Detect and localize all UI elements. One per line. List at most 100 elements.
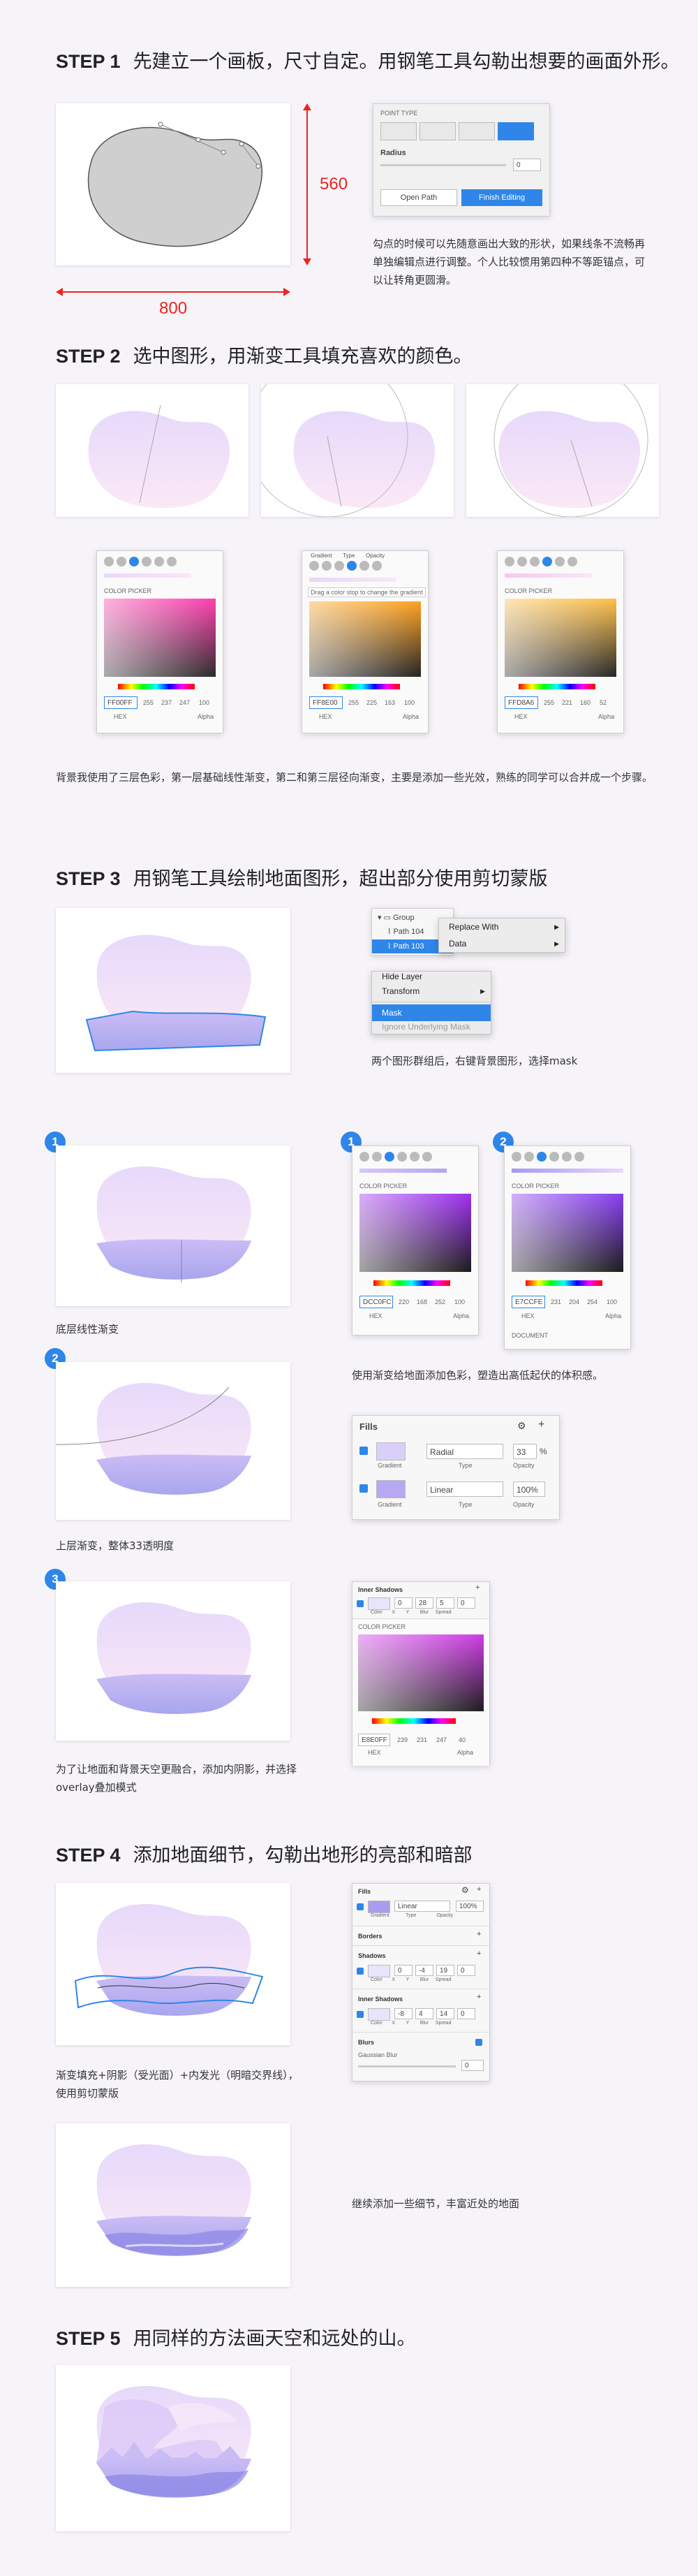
shadow-spread[interactable]: 0 — [457, 1965, 475, 1976]
gradient-bar[interactable] — [505, 573, 592, 578]
red-value[interactable]: 255 — [544, 699, 554, 706]
shadow-x[interactable]: 0 — [394, 1965, 413, 1976]
hex-input[interactable]: FF00FF — [104, 696, 138, 709]
radius-input[interactable]: 0 — [513, 159, 541, 171]
radius-slider[interactable] — [380, 164, 506, 166]
hue-slider[interactable] — [118, 684, 195, 689]
blur-type-select[interactable]: Gaussian Blur — [358, 2051, 398, 2058]
shadow-checkbox[interactable] — [357, 1968, 364, 1975]
red-value[interactable]: 220 — [399, 1298, 409, 1305]
hex-input[interactable]: DCC0FC — [359, 1296, 393, 1308]
menu-hide-layer[interactable]: Hide Layer — [372, 972, 491, 983]
green-value[interactable]: 221 — [562, 699, 572, 706]
inner-shadow-x[interactable]: 0 — [394, 1597, 413, 1609]
gradient-bar[interactable] — [104, 573, 191, 578]
green-value[interactable]: 231 — [417, 1736, 427, 1743]
inner-shadow-x[interactable]: -8 — [394, 2008, 413, 2019]
inner-shadow-spread[interactable]: 0 — [457, 1597, 475, 1609]
fill1-type-select[interactable]: Radial — [426, 1444, 503, 1459]
hex-input[interactable]: E7CCFE — [512, 1296, 545, 1308]
fills-add-icon[interactable]: + — [538, 1419, 544, 1431]
red-value[interactable]: 231 — [551, 1298, 561, 1305]
color-field[interactable] — [359, 1194, 471, 1272]
point-mode-asymmetric[interactable] — [498, 122, 534, 140]
inner-shadow-blur[interactable]: 5 — [436, 1597, 454, 1609]
inner-shadow-checkbox[interactable] — [357, 2011, 364, 2018]
fill1-checkbox[interactable] — [359, 1447, 368, 1455]
hue-slider[interactable] — [519, 684, 595, 689]
inner-shadow-add-icon[interactable]: + — [475, 1583, 480, 1592]
alpha-value[interactable]: 100 — [199, 699, 209, 706]
inner-shadow-swatch[interactable] — [368, 2008, 390, 2021]
tab-type[interactable]: Type — [343, 552, 355, 559]
inner-shadow-checkbox[interactable] — [357, 1600, 364, 1607]
color-field[interactable] — [358, 1634, 484, 1711]
finish-editing-button[interactable]: Finish Editing — [461, 189, 542, 206]
color-field[interactable] — [505, 599, 616, 677]
color-field[interactable] — [309, 601, 421, 677]
blue-value[interactable]: 160 — [580, 699, 591, 706]
red-value[interactable]: 255 — [143, 699, 154, 706]
alpha-value[interactable]: 100 — [404, 699, 415, 706]
fills-settings-icon[interactable]: ⚙ — [517, 1420, 526, 1432]
shadow-y[interactable]: -4 — [415, 1965, 433, 1976]
gradient-bar[interactable] — [309, 578, 396, 582]
inspector-fill-checkbox[interactable] — [357, 1903, 364, 1910]
tab-gradient[interactable]: Gradient — [311, 552, 332, 559]
shadow-swatch[interactable] — [368, 1965, 390, 1977]
blue-value[interactable]: 252 — [435, 1298, 445, 1305]
color-field[interactable] — [512, 1194, 623, 1272]
green-value[interactable]: 168 — [417, 1298, 427, 1305]
fill2-checkbox[interactable] — [359, 1484, 368, 1493]
hue-slider[interactable] — [372, 1718, 456, 1724]
alpha-value[interactable]: 100 — [607, 1298, 617, 1305]
menu-data[interactable]: Data ▶ — [439, 935, 565, 952]
inner-shadow-y[interactable]: 28 — [415, 1597, 433, 1609]
menu-transform[interactable]: Transform ▶ — [372, 983, 491, 1000]
inspector-fills-add-icon[interactable]: + — [477, 1885, 481, 1894]
red-value[interactable]: 255 — [348, 699, 359, 706]
point-mode-straight[interactable] — [380, 122, 417, 140]
hue-slider[interactable] — [323, 684, 400, 689]
fill1-opacity[interactable]: 33 — [513, 1444, 537, 1459]
menu-mask[interactable]: Mask — [372, 1004, 491, 1021]
inner-shadow-swatch[interactable] — [368, 1597, 390, 1610]
alpha-value[interactable]: 40 — [459, 1736, 466, 1743]
inspector-fills-settings-icon[interactable]: ⚙ — [461, 1885, 469, 1895]
alpha-value[interactable]: 100 — [454, 1298, 465, 1305]
fill2-opacity[interactable]: 100% — [513, 1481, 545, 1497]
blue-value[interactable]: 254 — [587, 1298, 597, 1305]
blue-value[interactable]: 163 — [385, 699, 395, 706]
inspector-fill-type[interactable]: Linear — [394, 1901, 450, 1912]
inner-shadow-spread[interactable]: 0 — [457, 2008, 475, 2019]
inspector-inner-shadows-add-icon[interactable]: + — [477, 1993, 481, 2001]
hex-input[interactable]: FF8E00 — [309, 696, 343, 709]
blue-value[interactable]: 247 — [179, 699, 190, 706]
hue-slider[interactable] — [526, 1280, 602, 1286]
fill1-swatch[interactable] — [376, 1442, 406, 1461]
point-mode-disconnected[interactable] — [459, 122, 495, 140]
hue-slider[interactable] — [373, 1280, 450, 1286]
layer-group[interactable]: ▾ ▭ Group — [378, 913, 415, 922]
gradient-bar[interactable] — [512, 1169, 623, 1173]
inspector-shadows-add-icon[interactable]: + — [477, 1949, 481, 1958]
menu-ignore-underlying-mask[interactable]: Ignore Underlying Mask — [372, 1021, 491, 1034]
open-path-button[interactable]: Open Path — [380, 189, 457, 206]
hex-input[interactable]: E8E0FF — [358, 1734, 390, 1746]
point-mode-mirrored[interactable] — [419, 122, 456, 140]
inner-shadow-blur[interactable]: 14 — [436, 2008, 454, 2019]
blur-amount-input[interactable]: 0 — [461, 2060, 484, 2071]
color-field[interactable] — [104, 599, 216, 677]
layer-path-104[interactable]: ⌇ Path 104 — [387, 927, 424, 936]
inner-shadow-y[interactable]: 4 — [415, 2008, 433, 2019]
inspector-fill-swatch[interactable] — [368, 1901, 390, 1913]
green-value[interactable]: 225 — [366, 699, 377, 706]
fill2-swatch[interactable] — [376, 1480, 406, 1498]
inspector-borders-add-icon[interactable]: + — [477, 1930, 481, 1938]
menu-replace-with[interactable]: Replace With ▶ — [439, 919, 565, 935]
shadow-blur[interactable]: 19 — [436, 1965, 454, 1976]
blur-slider[interactable] — [358, 2065, 456, 2068]
inspector-fill-opacity[interactable]: 100% — [456, 1901, 484, 1912]
blur-checkbox[interactable] — [475, 2039, 482, 2046]
green-value[interactable]: 237 — [161, 699, 172, 706]
